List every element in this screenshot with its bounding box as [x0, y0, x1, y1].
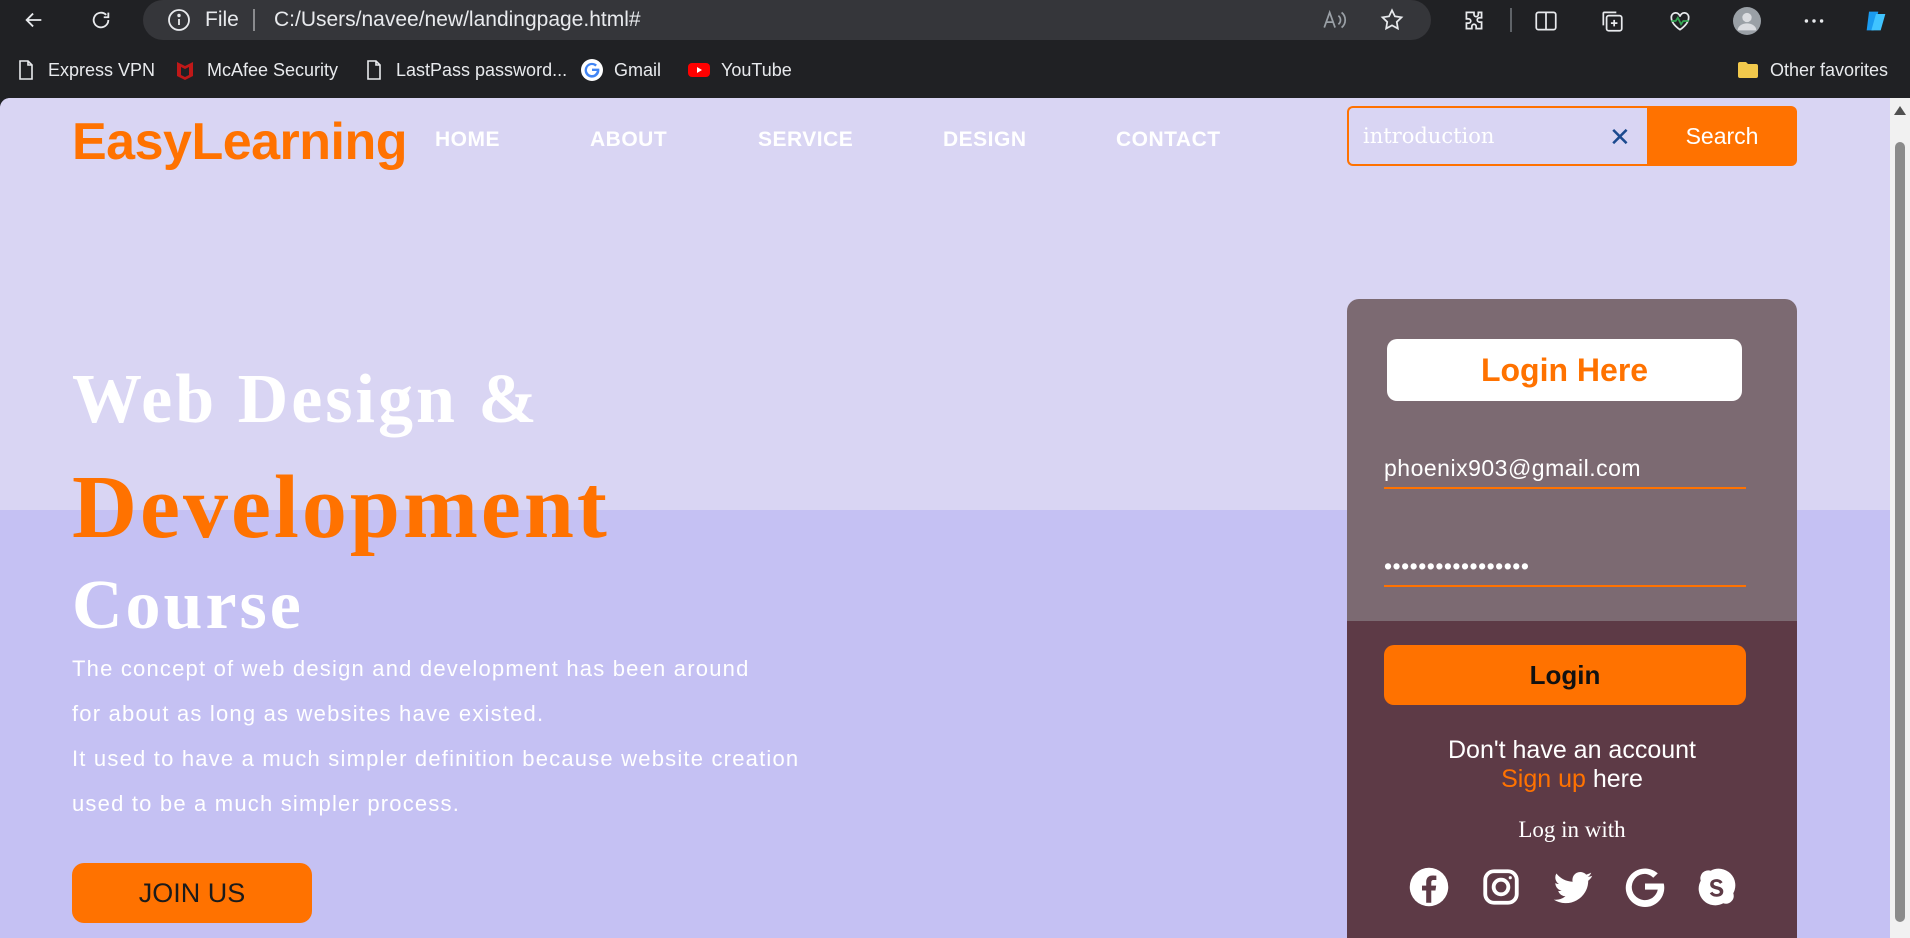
search-box	[1347, 106, 1647, 166]
hero-paragraph-line: It used to have a much simpler definitio…	[72, 746, 800, 771]
no-account-text: Don't have an account	[1448, 736, 1696, 764]
google-icon	[581, 59, 603, 81]
scroll-thumb[interactable]	[1895, 142, 1905, 922]
arrow-left-icon	[25, 12, 42, 28]
youtube-icon	[688, 63, 710, 77]
bookmark-gmail[interactable]: Gmail	[580, 56, 661, 84]
address-bar[interactable]: File C:/Users/navee/new/landingpage.html…	[143, 0, 1431, 40]
scroll-up-arrow-icon[interactable]	[1894, 106, 1906, 115]
google-icon	[1625, 868, 1665, 908]
collections-icon	[1602, 11, 1623, 32]
bookmarks-bar: Express VPN McAfee Security LastPass pas…	[0, 50, 1910, 90]
signup-suffix: here	[1585, 765, 1643, 793]
join-us-button[interactable]: JOIN US	[72, 863, 312, 923]
search-button[interactable]: Search	[1647, 106, 1797, 166]
page-scrollbar[interactable]	[1890, 98, 1910, 938]
refresh-icon	[92, 11, 110, 29]
email-field[interactable]	[1384, 449, 1746, 489]
facebook-icon	[1409, 867, 1449, 907]
login-card: Login Here Login Don't have an account S…	[1347, 299, 1797, 938]
copilot-button[interactable]	[1862, 7, 1890, 35]
nav-contact[interactable]: CONTACT	[1116, 128, 1221, 152]
other-favorites[interactable]: Other favorites	[1736, 56, 1888, 84]
mcafee-icon	[177, 62, 193, 80]
hero-title-line2: Development	[72, 458, 610, 557]
more-button[interactable]	[1800, 7, 1828, 35]
back-button[interactable]	[16, 4, 52, 36]
login-button[interactable]: Login	[1384, 645, 1746, 705]
facebook-login-button[interactable]	[1408, 866, 1450, 908]
hero-title-line1: Web Design &	[72, 361, 540, 438]
instagram-icon	[1483, 869, 1519, 905]
heart-pulse-icon	[1670, 12, 1690, 31]
browser-essentials-button[interactable]	[1666, 7, 1694, 35]
bookmark-youtube[interactable]: YouTube	[687, 56, 792, 84]
bookmark-lastpass[interactable]: LastPass password...	[362, 56, 567, 84]
page-icon	[367, 60, 381, 80]
folder-icon	[1738, 62, 1758, 78]
bookmark-label: Express VPN	[48, 59, 156, 80]
collections-button[interactable]	[1598, 7, 1626, 35]
hero-title-line3: Course	[72, 567, 304, 644]
hero-paragraph-line: The concept of web design and developmen…	[72, 656, 750, 681]
login-title: Login Here	[1387, 339, 1742, 401]
split-screen-button[interactable]	[1532, 7, 1560, 35]
star-icon[interactable]	[1379, 7, 1405, 33]
skype-icon	[1698, 868, 1736, 906]
password-field[interactable]	[1384, 547, 1746, 587]
puzzle-icon	[1465, 11, 1483, 30]
bookmark-mcafee[interactable]: McAfee Security	[173, 56, 338, 84]
avatar-icon	[1733, 7, 1761, 35]
instagram-login-button[interactable]	[1480, 866, 1522, 908]
split-screen-icon	[1535, 11, 1557, 31]
nav-service[interactable]: SERVICE	[758, 128, 853, 152]
page-viewport: EasyLearning HOME ABOUT SERVICE DESIGN C…	[0, 98, 1910, 938]
toolbar-divider	[1510, 8, 1512, 32]
site-logo[interactable]: EasyLearning	[72, 112, 408, 172]
twitter-icon	[1553, 871, 1593, 904]
login-with-text: Log in with	[1518, 817, 1626, 842]
other-favorites-label: Other favorites	[1770, 59, 1889, 80]
nav-about[interactable]: ABOUT	[590, 128, 667, 152]
nav-home[interactable]: HOME	[435, 128, 500, 152]
browser-toolbar: File C:/Users/navee/new/landingpage.html…	[0, 0, 1910, 40]
search-input[interactable]	[1363, 120, 1603, 152]
address-divider	[253, 9, 255, 31]
signup-link[interactable]: Sign up	[1501, 765, 1586, 793]
bookmark-label: McAfee Security	[207, 59, 339, 80]
extensions-button[interactable]	[1460, 7, 1488, 35]
bookmark-label: LastPass password...	[396, 59, 568, 80]
google-login-button[interactable]	[1624, 866, 1666, 908]
info-icon[interactable]	[167, 8, 191, 32]
read-aloud-icon[interactable]	[1321, 7, 1347, 33]
bookmark-label: YouTube	[721, 59, 792, 80]
hero-paragraph-line: used to be a much simpler process.	[72, 791, 461, 816]
profile-button[interactable]	[1733, 7, 1761, 35]
hero-paragraph-line: for about as long as websites have exist…	[72, 701, 545, 726]
bookmark-express-vpn[interactable]: Express VPN	[14, 56, 155, 84]
nav-design[interactable]: DESIGN	[943, 128, 1027, 152]
bookmark-label: Gmail	[614, 59, 662, 80]
file-label: File	[205, 8, 239, 31]
twitter-login-button[interactable]	[1552, 866, 1594, 908]
skype-login-button[interactable]	[1696, 866, 1738, 908]
more-dots-icon	[1804, 19, 1824, 23]
url-text[interactable]: C:/Users/navee/new/landingpage.html#	[274, 8, 641, 32]
search-clear-icon[interactable]: ✕	[1609, 124, 1631, 150]
refresh-button[interactable]	[83, 4, 119, 36]
copilot-icon	[1866, 11, 1886, 31]
signup-text: Sign up here	[1347, 765, 1797, 794]
page-icon	[19, 60, 33, 80]
